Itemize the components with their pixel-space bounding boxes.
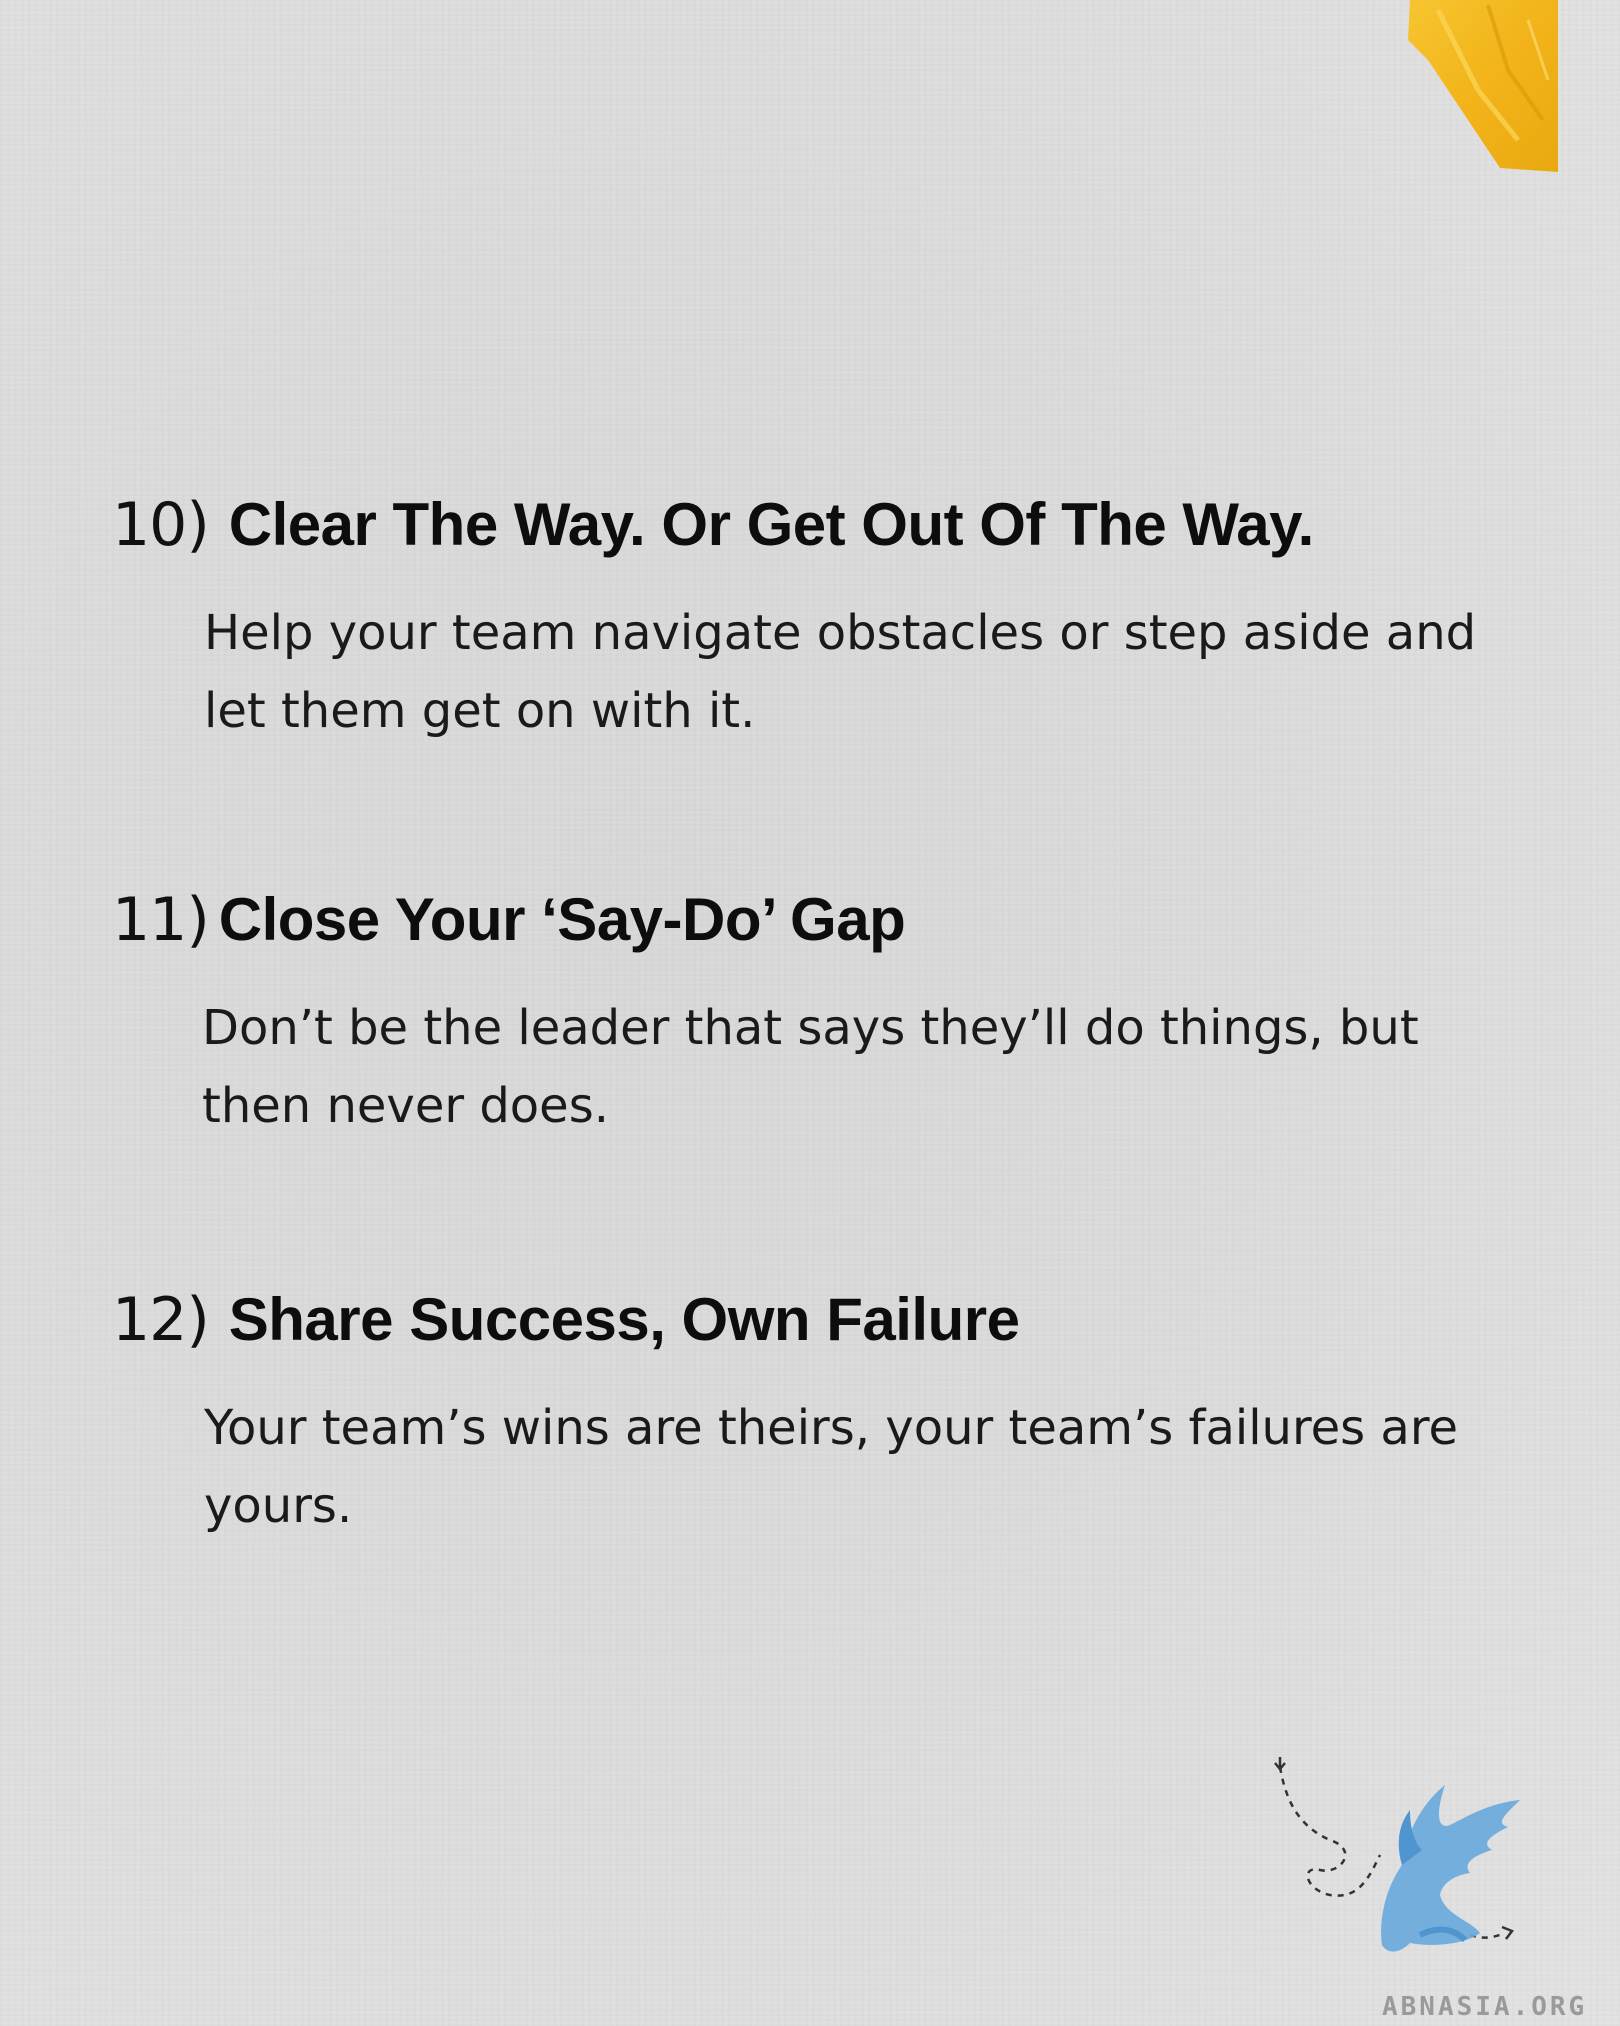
tip-heading: 10) Clear The Way. Or Get Out Of The Way… [112,490,1512,560]
tip-heading: 11) Close Your ‘Say-Do’ Gap [112,885,1512,955]
tip-body: Don’t be the leader that says they’ll do… [202,1000,1419,1134]
tip-title: Clear The Way. Or Get Out Of The Way. [228,491,1315,558]
tip-body: Help your team navigate obstacles or ste… [204,605,1477,739]
logo-text: ABNASIA.ORG [1382,1992,1588,2022]
yellow-tape-decoration [1408,0,1558,172]
tip-heading: 12) Share Success, Own Failure [112,1285,1512,1355]
winged-dragon-icon [1274,1757,1520,1952]
tip-title: Close Your ‘Say-Do’ Gap [218,886,906,953]
tip-item-11: 11) Close Your ‘Say-Do’ Gap Don’t be the… [112,885,1512,1145]
tip-number: 12) [112,1285,210,1355]
tip-number: 10) [112,490,210,560]
tip-number: 11) [112,885,210,955]
tip-item-10: 10) Clear The Way. Or Get Out Of The Way… [112,490,1512,750]
tip-body: Your team’s wins are theirs, your team’s… [204,1400,1459,1534]
tip-title: Share Success, Own Failure [228,1286,1020,1353]
tip-item-12: 12) Share Success, Own Failure Your team… [112,1285,1512,1545]
